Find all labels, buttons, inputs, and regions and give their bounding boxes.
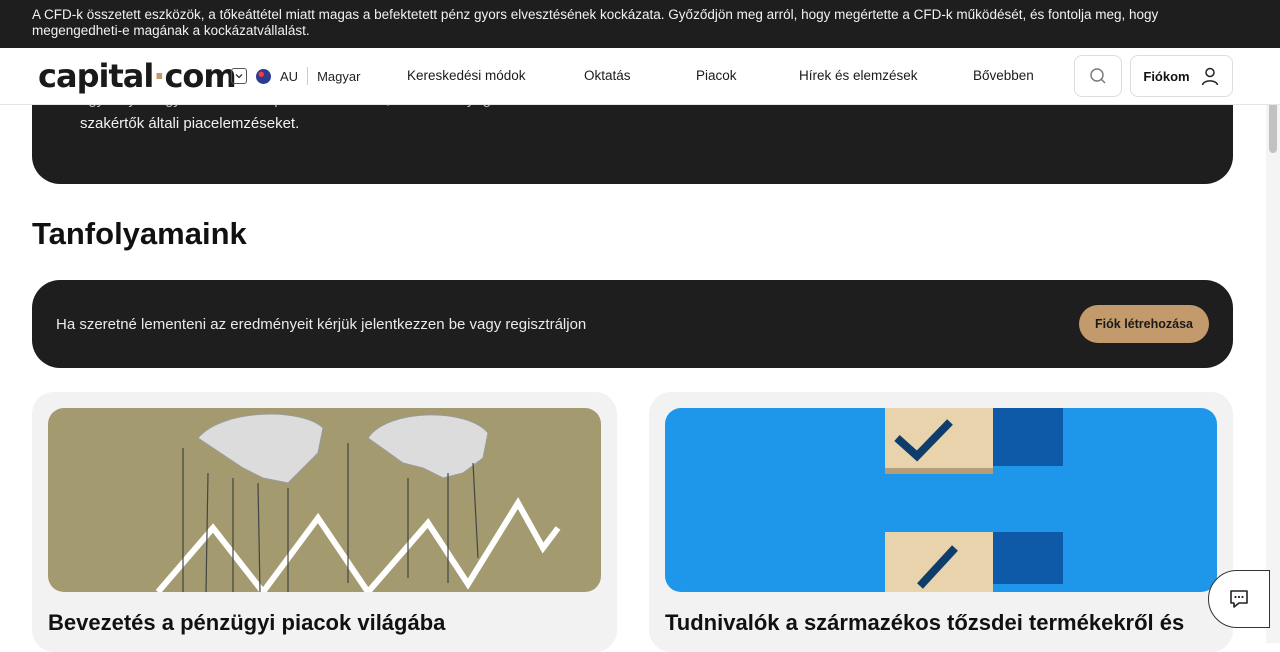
risk-warning-banner: A CFD-k összetett eszközök, a tőkeáttéte… xyxy=(0,0,1280,48)
nav-news-analysis[interactable]: Hírek és elemzések xyxy=(799,68,918,83)
chevron-down-icon[interactable] xyxy=(231,68,247,84)
user-icon xyxy=(1201,67,1218,86)
region-code: AU xyxy=(280,68,299,84)
create-account-button[interactable]: Fiók létrehozása xyxy=(1079,305,1209,343)
course-title[interactable]: Tudnivalók a származékos tőzsdei terméke… xyxy=(665,610,1184,636)
main-navbar: capital·com AU Magyar Kereskedési módok … xyxy=(0,48,1280,105)
courses-section-title: Tanfolyamaink xyxy=(32,216,247,251)
australia-flag-icon xyxy=(256,68,271,84)
nav-education[interactable]: Oktatás xyxy=(584,68,631,83)
hero-text-line-2: szakértők általi piacelemzéseket. xyxy=(80,115,300,132)
logo-dot: · xyxy=(153,57,165,95)
login-prompt-bar: Ha szeretné lementeni az eredményeit kér… xyxy=(32,280,1233,368)
region-divider xyxy=(307,67,309,85)
nav-trading-modes[interactable]: Kereskedési módok xyxy=(407,68,526,83)
course-card[interactable]: Bevezetés a pénzügyi piacok világába xyxy=(32,392,617,652)
logo-text-left: capital xyxy=(38,57,154,95)
chat-icon xyxy=(1230,590,1248,608)
capital-com-logo[interactable]: capital·com xyxy=(38,57,237,95)
nav-markets[interactable]: Piacok xyxy=(696,68,737,83)
course-image-checkboxes[interactable] xyxy=(665,408,1217,592)
risk-warning-text: A CFD-k összetett eszközök, a tőkeáttéte… xyxy=(32,7,1159,38)
my-account-label: Fiókom xyxy=(1143,68,1190,84)
my-account-button[interactable]: Fiókom xyxy=(1130,55,1233,97)
chat-button[interactable] xyxy=(1208,570,1270,628)
search-button[interactable] xyxy=(1074,55,1122,97)
language-label: Magyar xyxy=(317,68,361,84)
region-language-selector[interactable]: AU Magyar xyxy=(231,67,360,85)
nav-more[interactable]: Bővebben xyxy=(973,68,1034,83)
logo-text-right: com xyxy=(164,57,236,95)
login-prompt-text: Ha szeretné lementeni az eredményeit kér… xyxy=(56,315,587,333)
course-image-puppet-hands[interactable] xyxy=(48,408,601,592)
page-scrollbar[interactable] xyxy=(1266,48,1280,643)
course-card[interactable]: Tudnivalók a származékos tőzsdei terméke… xyxy=(649,392,1233,652)
course-title[interactable]: Bevezetés a pénzügyi piacok világába xyxy=(48,610,445,636)
search-icon xyxy=(1090,68,1106,84)
